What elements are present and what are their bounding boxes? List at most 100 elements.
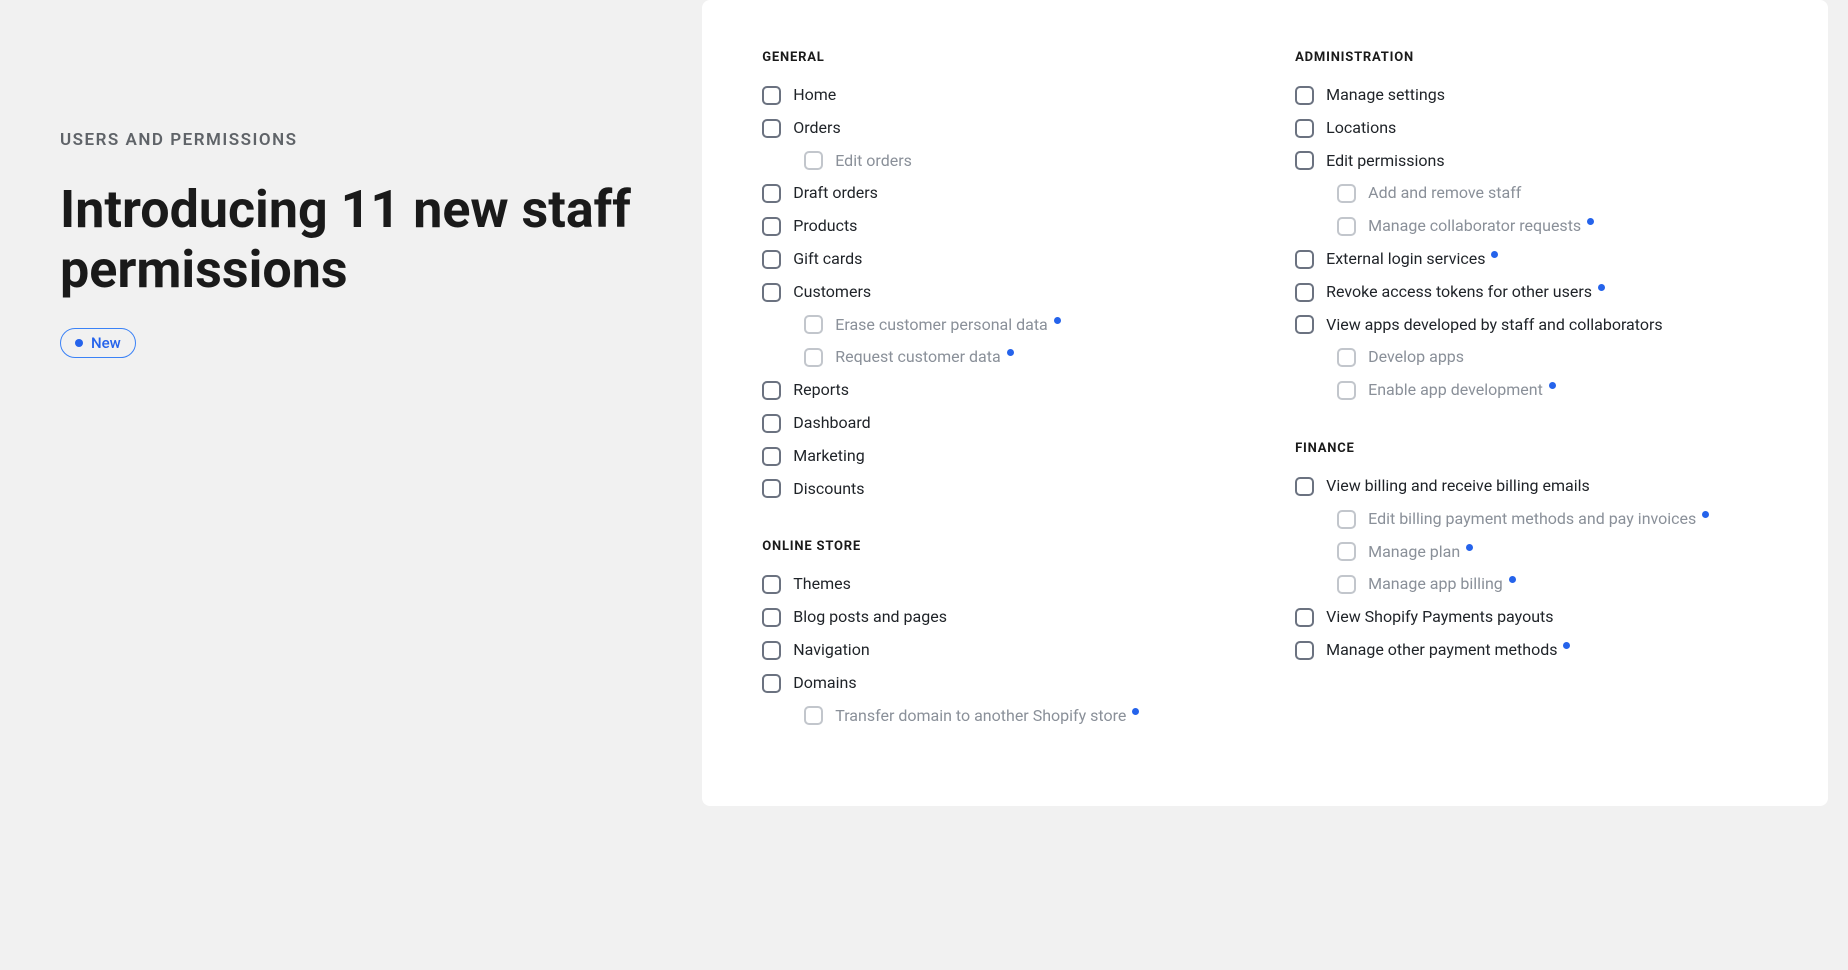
permission-row[interactable]: Manage app billing xyxy=(1295,574,1768,595)
new-badge-label: New xyxy=(91,334,121,352)
permission-row[interactable]: Gift cards xyxy=(762,249,1235,270)
permission-row[interactable]: Enable app development xyxy=(1295,380,1768,401)
permission-row[interactable]: Dashboard xyxy=(762,413,1235,434)
checkbox[interactable] xyxy=(762,414,781,433)
permission-row[interactable]: View apps developed by staff and collabo… xyxy=(1295,315,1768,336)
permission-label-wrap: Enable app development xyxy=(1368,380,1556,401)
checkbox[interactable] xyxy=(1337,348,1356,367)
permission-row[interactable]: Revoke access tokens for other users xyxy=(1295,282,1768,303)
permission-label: Discounts xyxy=(793,479,864,500)
checkbox[interactable] xyxy=(762,608,781,627)
checkbox[interactable] xyxy=(804,348,823,367)
checkbox[interactable] xyxy=(762,86,781,105)
permission-row[interactable]: Orders xyxy=(762,118,1235,139)
permission-row[interactable]: Erase customer personal data xyxy=(762,315,1235,336)
checkbox[interactable] xyxy=(1295,608,1314,627)
new-indicator-dot-icon xyxy=(1702,511,1709,518)
permission-row[interactable]: Transfer domain to another Shopify store xyxy=(762,706,1235,727)
permission-label-wrap: Revoke access tokens for other users xyxy=(1326,282,1605,303)
checkbox[interactable] xyxy=(762,283,781,302)
checkbox[interactable] xyxy=(1295,477,1314,496)
page-root: USERS AND PERMISSIONS Introducing 11 new… xyxy=(0,0,1848,970)
permission-row[interactable]: View billing and receive billing emails xyxy=(1295,476,1768,497)
eyebrow: USERS AND PERMISSIONS xyxy=(60,130,642,150)
permission-row[interactable]: Edit billing payment methods and pay inv… xyxy=(1295,509,1768,530)
permission-row[interactable]: Customers xyxy=(762,282,1235,303)
checkbox[interactable] xyxy=(762,479,781,498)
permission-label-wrap: Develop apps xyxy=(1368,347,1464,368)
checkbox[interactable] xyxy=(804,706,823,725)
checkbox[interactable] xyxy=(1295,119,1314,138)
permissions-card: GENERALHomeOrdersEdit ordersDraft orders… xyxy=(702,0,1828,806)
permission-label: View apps developed by staff and collabo… xyxy=(1326,315,1663,336)
checkbox[interactable] xyxy=(1295,151,1314,170)
new-badge: New xyxy=(60,328,136,358)
permission-row[interactable]: Request customer data xyxy=(762,347,1235,368)
permission-label-wrap: Request customer data xyxy=(835,347,1013,368)
permission-row[interactable]: Discounts xyxy=(762,479,1235,500)
checkbox[interactable] xyxy=(762,217,781,236)
checkbox[interactable] xyxy=(762,674,781,693)
permission-row[interactable]: Draft orders xyxy=(762,183,1235,204)
checkbox[interactable] xyxy=(1295,86,1314,105)
checkbox[interactable] xyxy=(762,119,781,138)
permission-row[interactable]: Add and remove staff xyxy=(1295,183,1768,204)
permission-label: Edit orders xyxy=(835,151,912,172)
permission-row[interactable]: Themes xyxy=(762,574,1235,595)
checkbox[interactable] xyxy=(1337,542,1356,561)
checkbox[interactable] xyxy=(762,184,781,203)
permission-row[interactable]: View Shopify Payments payouts xyxy=(1295,607,1768,628)
permission-row[interactable]: Blog posts and pages xyxy=(762,607,1235,628)
permission-row[interactable]: Locations xyxy=(1295,118,1768,139)
permission-label: Edit billing payment methods and pay inv… xyxy=(1368,509,1696,530)
permission-label-wrap: Reports xyxy=(793,380,849,401)
permission-label-wrap: Manage plan xyxy=(1368,542,1473,563)
permission-label: Manage app billing xyxy=(1368,574,1503,595)
permission-row[interactable]: Home xyxy=(762,85,1235,106)
checkbox[interactable] xyxy=(1337,575,1356,594)
checkbox[interactable] xyxy=(1295,315,1314,334)
checkbox[interactable] xyxy=(1337,510,1356,529)
permission-row[interactable]: Edit permissions xyxy=(1295,151,1768,172)
permission-row[interactable]: Edit orders xyxy=(762,151,1235,172)
permission-label-wrap: Blog posts and pages xyxy=(793,607,947,628)
permission-label-wrap: Add and remove staff xyxy=(1368,183,1521,204)
checkbox[interactable] xyxy=(1295,250,1314,269)
permission-row[interactable]: Manage plan xyxy=(1295,542,1768,563)
checkbox[interactable] xyxy=(1295,641,1314,660)
checkbox[interactable] xyxy=(804,315,823,334)
permission-row[interactable]: Manage other payment methods xyxy=(1295,640,1768,661)
checkbox[interactable] xyxy=(1337,381,1356,400)
permission-label: Manage settings xyxy=(1326,85,1445,106)
permissions-column-left: GENERALHomeOrdersEdit ordersDraft orders… xyxy=(762,50,1235,766)
checkbox[interactable] xyxy=(1337,184,1356,203)
permission-label-wrap: Customers xyxy=(793,282,871,303)
permission-row[interactable]: Reports xyxy=(762,380,1235,401)
permission-row[interactable]: Domains xyxy=(762,673,1235,694)
permission-row[interactable]: External login services xyxy=(1295,249,1768,270)
permission-row[interactable]: Navigation xyxy=(762,640,1235,661)
checkbox[interactable] xyxy=(762,575,781,594)
permission-row[interactable]: Develop apps xyxy=(1295,347,1768,368)
permission-label-wrap: Domains xyxy=(793,673,856,694)
new-indicator-dot-icon xyxy=(1466,544,1473,551)
checkbox[interactable] xyxy=(1337,217,1356,236)
permission-label: Locations xyxy=(1326,118,1396,139)
permission-row[interactable]: Manage settings xyxy=(1295,85,1768,106)
checkbox[interactable] xyxy=(1295,283,1314,302)
permission-label-wrap: Orders xyxy=(793,118,840,139)
permission-label-wrap: Navigation xyxy=(793,640,869,661)
checkbox[interactable] xyxy=(762,447,781,466)
permissions-section: ONLINE STOREThemesBlog posts and pagesNa… xyxy=(762,539,1235,726)
permission-row[interactable]: Marketing xyxy=(762,446,1235,467)
checkbox[interactable] xyxy=(762,641,781,660)
permission-row[interactable]: Products xyxy=(762,216,1235,237)
checkbox[interactable] xyxy=(762,381,781,400)
checkbox[interactable] xyxy=(762,250,781,269)
permission-label: Transfer domain to another Shopify store xyxy=(835,706,1126,727)
permission-label: Blog posts and pages xyxy=(793,607,947,628)
permission-row[interactable]: Manage collaborator requests xyxy=(1295,216,1768,237)
checkbox[interactable] xyxy=(804,151,823,170)
permission-label-wrap: Manage collaborator requests xyxy=(1368,216,1594,237)
permission-label: Customers xyxy=(793,282,871,303)
